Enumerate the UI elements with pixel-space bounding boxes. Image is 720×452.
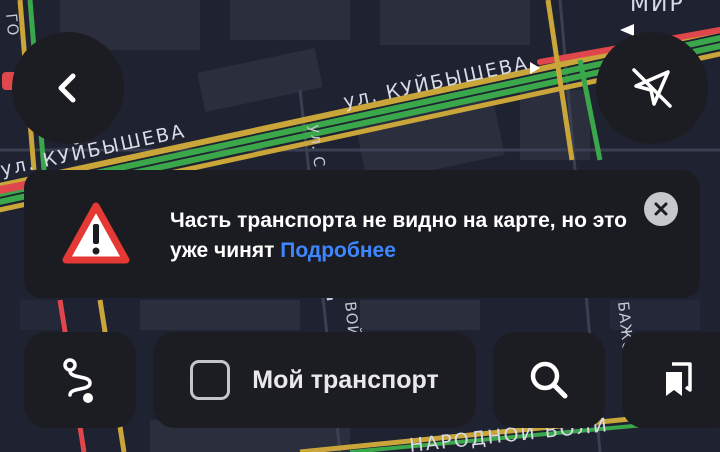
route-button[interactable] [24, 332, 136, 428]
close-icon [654, 202, 668, 216]
banner-close-button[interactable] [644, 192, 678, 226]
warning-triangle-icon [62, 202, 130, 264]
chevron-left-icon [58, 73, 76, 103]
bookmarks-icon [666, 362, 692, 396]
bookmarks-button[interactable] [622, 332, 720, 428]
back-button[interactable] [12, 32, 124, 144]
search-icon [530, 361, 568, 399]
search-button[interactable] [493, 332, 605, 428]
my-transport-checkbox[interactable] [190, 360, 231, 400]
warning-banner: Часть транспорта не видно на карте, но э… [24, 170, 700, 298]
route-icon [63, 358, 93, 403]
my-transport-button[interactable]: Мой транспорт [153, 332, 476, 428]
more-details-link[interactable]: Подробнее [280, 239, 396, 262]
banner-message: Часть транспорта не видно на карте, но э… [170, 206, 640, 266]
location-tracking-off-button[interactable] [596, 32, 708, 144]
banner-message-text: Часть транспорта не видно на карте, но э… [170, 209, 627, 262]
street-label-top-left: ГО [2, 13, 22, 38]
map-label-top-right: МИР [630, 0, 685, 17]
my-transport-label: Мой транспорт [252, 365, 439, 394]
location-off-icon [632, 68, 672, 108]
